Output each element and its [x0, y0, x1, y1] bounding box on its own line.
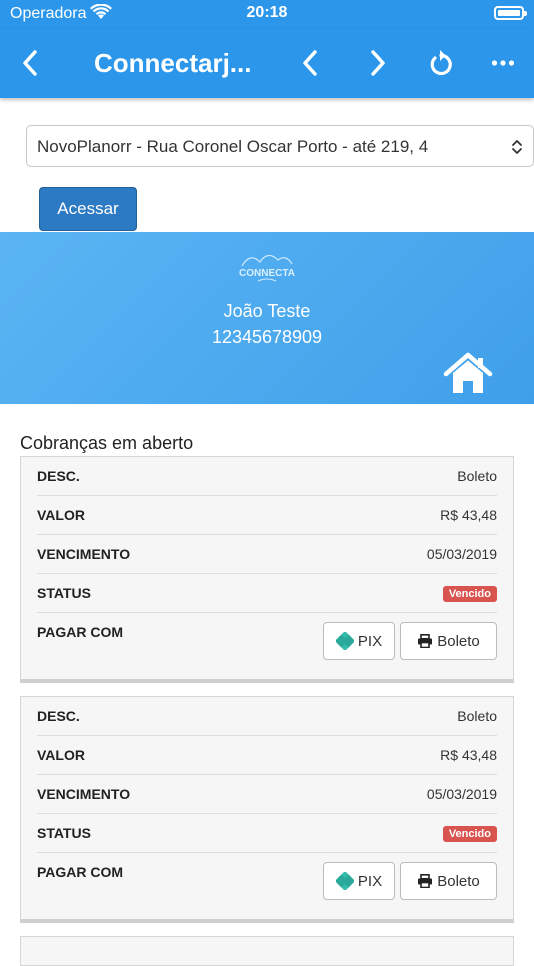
connecta-logo: CONNECTA [236, 248, 298, 286]
reload-button[interactable] [423, 45, 459, 81]
home-icon[interactable] [443, 352, 493, 399]
pix-icon [335, 872, 354, 890]
vencimento-value: 05/03/2019 [426, 546, 497, 562]
boleto-label: Boleto [437, 872, 480, 890]
pix-icon [335, 632, 354, 650]
pagar-label: PAGAR COM [37, 864, 124, 880]
open-charges-title: Cobranças em aberto [20, 433, 194, 453]
charge-row-desc: DESC. Boleto [37, 697, 497, 736]
valor-value: R$ 43,48 [440, 747, 497, 763]
pay-pix-button[interactable]: PIX [323, 862, 395, 900]
chevron-left-icon [303, 50, 317, 76]
vencimento-label: VENCIMENTO [37, 546, 131, 562]
desc-value: Boleto [457, 708, 497, 724]
charge-row-valor: VALOR R$ 43,48 [37, 736, 497, 775]
charge-row-status: STATUS Vencido [37, 814, 497, 853]
charge-row-vencimento: VENCIMENTO 05/03/2019 [37, 535, 497, 574]
user-name: João Teste [223, 301, 311, 321]
pix-label: PIX [357, 872, 383, 890]
reload-icon [430, 50, 452, 76]
charge-row-pagar: PAGAR COM PIX Boleto [37, 853, 497, 919]
print-boleto-button[interactable]: Boleto [400, 622, 497, 660]
back-button[interactable] [12, 45, 48, 81]
vencimento-label: VENCIMENTO [37, 786, 131, 802]
status-bar: Operadora 20:18 [0, 0, 534, 28]
valor-label: VALOR [37, 747, 85, 763]
pix-label: PIX [357, 632, 383, 650]
charge-row-vencimento: VENCIMENTO 05/03/2019 [37, 775, 497, 814]
chevron-left-icon [23, 50, 37, 76]
ellipsis-icon [491, 60, 515, 66]
navigation-bar: Connectarj... [0, 28, 534, 98]
status-badge: Vencido [442, 586, 497, 602]
access-button[interactable]: Acessar [39, 187, 137, 231]
charge-row-status: STATUS Vencido [37, 574, 497, 613]
printer-icon [418, 874, 433, 888]
charge-card [20, 936, 514, 966]
charge-row-desc: DESC. Boleto [37, 457, 497, 496]
profile-banner: CONNECTA João Teste 12345678909 [0, 232, 534, 404]
page-title: Connectarj... [94, 48, 252, 78]
status-badge: Vencido [442, 826, 497, 842]
desc-value: Boleto [457, 468, 497, 484]
pagar-label: PAGAR COM [37, 624, 124, 640]
charge-row-valor: VALOR R$ 43,48 [37, 496, 497, 535]
printer-icon [418, 634, 433, 648]
charge-row-pagar: PAGAR COM PIX Boleto [37, 613, 497, 679]
valor-value: R$ 43,48 [440, 507, 497, 523]
pay-pix-button[interactable]: PIX [323, 622, 395, 660]
valor-label: VALOR [37, 507, 85, 523]
location-select-value: NovoPlanorr - Rua Coronel Oscar Porto - … [37, 137, 429, 156]
browser-back-button[interactable] [292, 45, 328, 81]
battery-icon [494, 6, 527, 20]
print-boleto-button[interactable]: Boleto [400, 862, 497, 900]
charge-card: DESC. Boleto VALOR R$ 43,48 VENCIMENTO 0… [20, 456, 514, 683]
location-select[interactable]: NovoPlanorr - Rua Coronel Oscar Porto - … [26, 125, 534, 167]
desc-label: DESC. [37, 468, 80, 484]
boleto-label: Boleto [437, 632, 480, 650]
browser-forward-button[interactable] [360, 45, 396, 81]
clock: 20:18 [246, 4, 288, 21]
charge-card: DESC. Boleto VALOR R$ 43,48 VENCIMENTO 0… [20, 696, 514, 923]
more-options-button[interactable] [485, 45, 521, 81]
vencimento-value: 05/03/2019 [426, 786, 497, 802]
status-label: STATUS [37, 585, 91, 601]
desc-label: DESC. [37, 708, 80, 724]
svg-text:CONNECTA: CONNECTA [239, 268, 295, 279]
chevron-right-icon [371, 50, 385, 76]
select-updown-icon [511, 139, 523, 160]
user-document: 12345678909 [211, 327, 323, 347]
status-label: STATUS [37, 825, 91, 841]
